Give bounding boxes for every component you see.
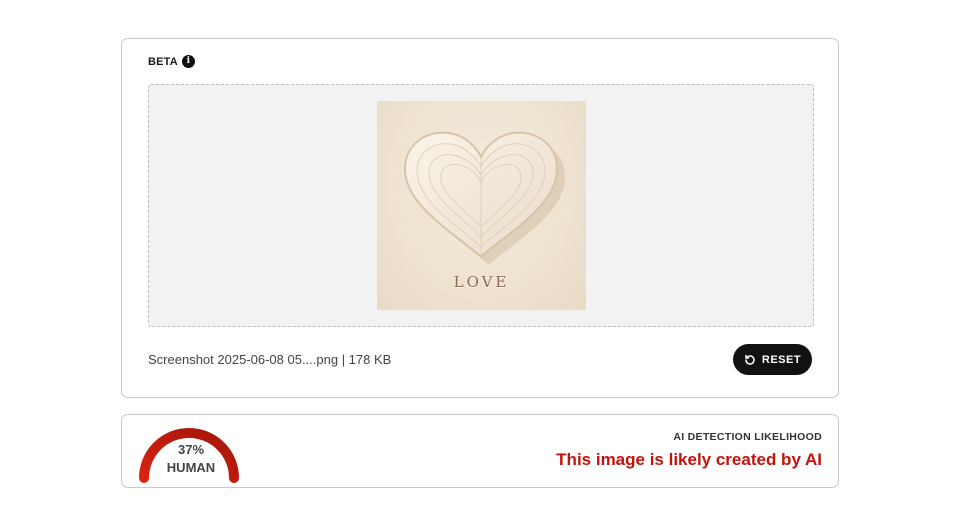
- file-info: Screenshot 2025-06-08 05....png | 178 KB: [148, 352, 392, 367]
- beta-label: BETA: [148, 55, 178, 68]
- gauge-percent: 37%: [177, 442, 205, 457]
- result-card: 37% HUMAN AI DETECTION LIKELIHOOD This i…: [121, 414, 839, 488]
- reset-label: RESET: [761, 353, 802, 366]
- upload-card: BETA i LOVE Screenshot 2025-06-08 05....…: [121, 38, 839, 398]
- preview-love-text: LOVE: [453, 273, 510, 291]
- detection-verdict: This image is likely created by AI: [556, 450, 822, 469]
- beta-badge: BETA i: [148, 55, 195, 68]
- reset-button[interactable]: RESET: [733, 344, 812, 375]
- image-dropzone[interactable]: LOVE: [148, 84, 814, 327]
- info-icon[interactable]: i: [181, 55, 195, 68]
- gauge-label: HUMAN: [166, 460, 216, 475]
- uploaded-image-preview: LOVE: [377, 101, 586, 310]
- detection-title: AI DETECTION LIKELIHOOD: [673, 431, 822, 443]
- rotate-ccw-icon: [745, 354, 755, 365]
